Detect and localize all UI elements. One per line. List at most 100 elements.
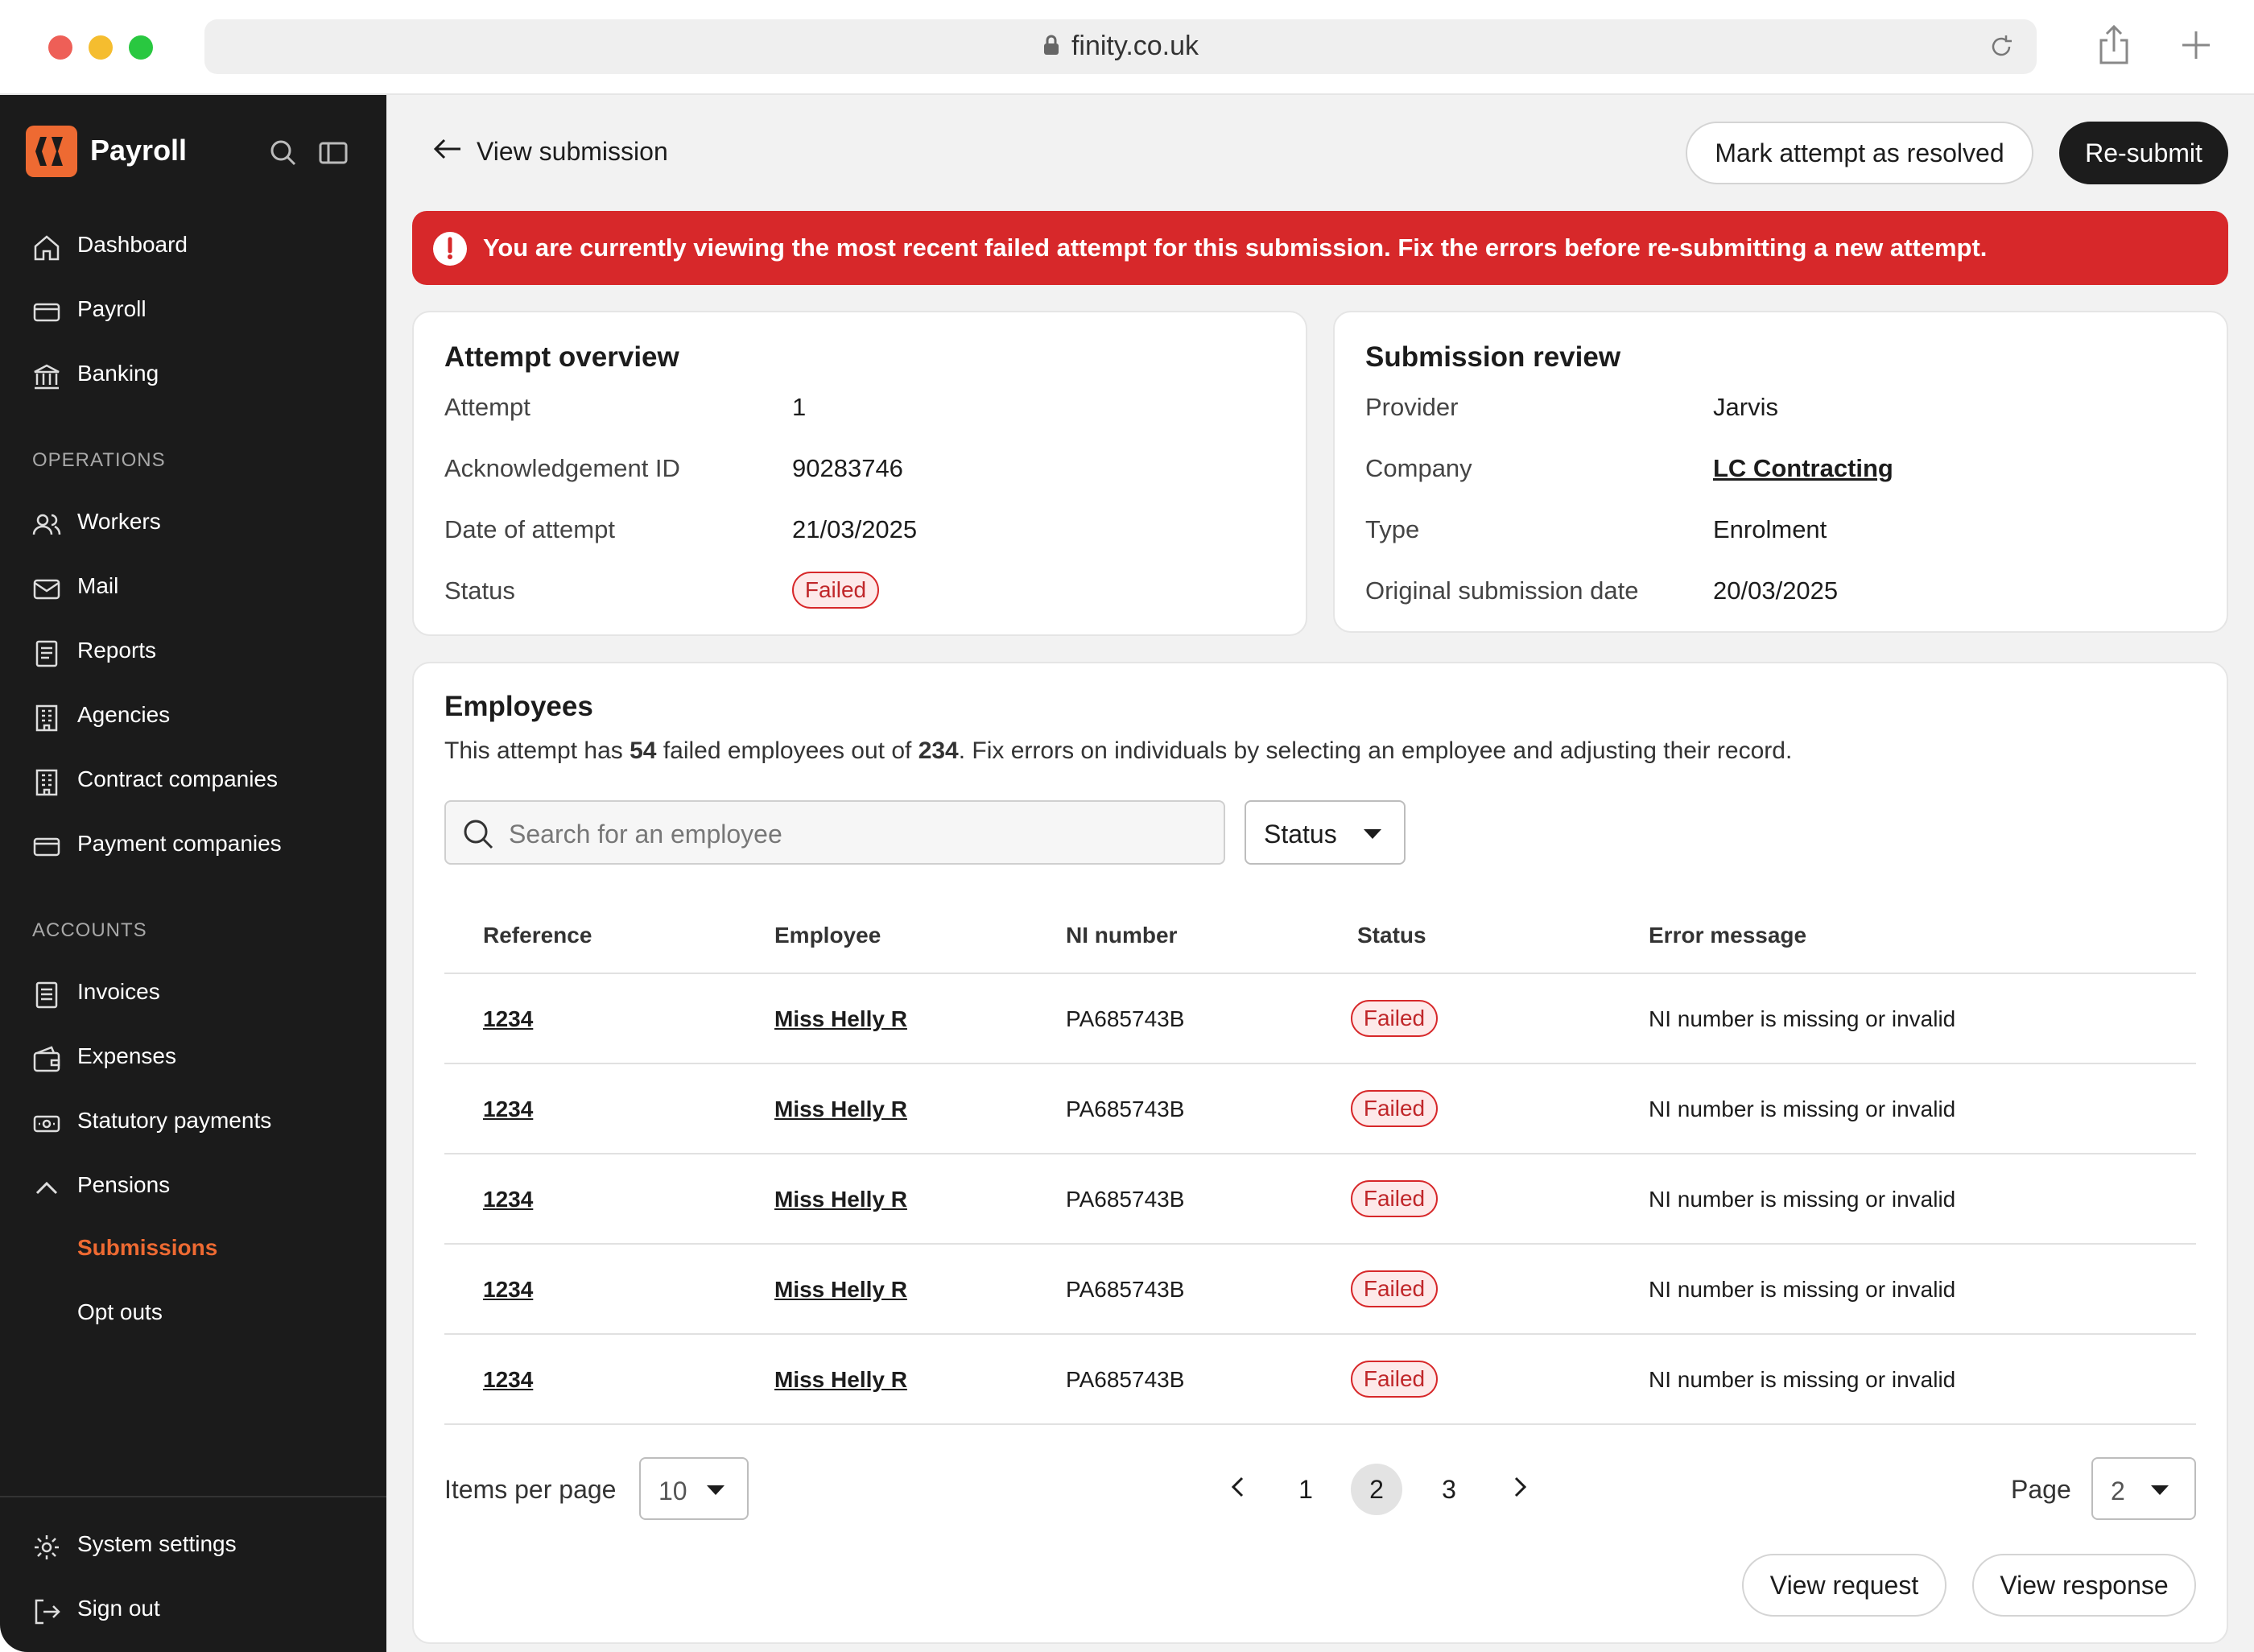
sidebar-item-label: Expenses — [77, 1043, 176, 1068]
items-per-page-label: Items per page — [444, 1475, 617, 1504]
table-row-employee-link[interactable]: Miss Helly R — [774, 1097, 907, 1122]
chevron-down-icon — [2151, 1485, 2169, 1495]
maximize-window-button[interactable] — [129, 35, 153, 60]
resubmit-button[interactable]: Re-submit — [2059, 122, 2228, 184]
table-row-status-badge: Failed — [1351, 1270, 1438, 1307]
table-row-reference-link[interactable]: 1234 — [483, 1097, 533, 1122]
gear-icon — [32, 1533, 61, 1562]
table-row-reference-link[interactable]: 1234 — [483, 1187, 533, 1212]
company-link[interactable]: LC Contracting — [1713, 454, 1893, 483]
table-row-reference-link[interactable]: 1234 — [483, 1367, 533, 1393]
app-name: Payroll — [90, 134, 188, 167]
sidebar: Payroll Dashboard Payroll Banking OPERAT… — [0, 95, 386, 1652]
provider-value: Jarvis — [1713, 393, 1778, 421]
sidebar-item-expenses[interactable]: Expenses — [0, 1030, 386, 1082]
sidebar-item-payroll[interactable]: Payroll — [0, 283, 386, 335]
status-filter-value: Status — [1264, 820, 1337, 849]
table-row-reference-link[interactable]: 1234 — [483, 1277, 533, 1303]
page-select[interactable]: 2 — [2091, 1457, 2196, 1520]
failed-count: 54 — [630, 737, 657, 764]
sidebar-item-label: Statutory payments — [77, 1108, 272, 1133]
address-bar[interactable]: finity.co.uk — [204, 19, 2037, 74]
sidebar-item-payment-companies[interactable]: Payment companies — [0, 818, 386, 869]
browser-chrome: finity.co.uk — [0, 0, 2254, 95]
desc-part: failed employees out of — [656, 737, 919, 764]
search-icon — [462, 818, 494, 854]
wallet-icon — [32, 1045, 61, 1074]
total-count: 234 — [918, 737, 959, 764]
page-1-button[interactable]: 1 — [1280, 1464, 1331, 1515]
sidebar-toggle-icon[interactable] — [319, 138, 348, 171]
sidebar-subitem-opt-outs[interactable]: Opt outs — [77, 1299, 163, 1325]
table-row-error-message: NI number is missing or invalid — [1649, 1367, 1956, 1392]
table-row-employee-link[interactable]: Miss Helly R — [774, 1367, 907, 1393]
column-header-ni-number[interactable]: NI number — [1066, 923, 1177, 948]
next-page-icon[interactable] — [1494, 1464, 1546, 1515]
table-row-divider — [444, 1333, 2196, 1335]
sidebar-item-workers[interactable]: Workers — [0, 496, 386, 547]
operations-heading: OPERATIONS — [32, 449, 166, 471]
sidebar-item-contract-companies[interactable]: Contract companies — [0, 754, 386, 805]
card-icon — [32, 832, 61, 861]
page-2-button[interactable]: 2 — [1351, 1464, 1402, 1515]
employees-title: Employees — [444, 691, 593, 722]
column-header-status[interactable]: Status — [1357, 923, 1426, 948]
items-per-page-select[interactable]: 10 — [639, 1457, 749, 1520]
page-3-button[interactable]: 3 — [1423, 1464, 1475, 1515]
sidebar-item-label: Invoices — [77, 979, 160, 1004]
table-row-employee-link[interactable]: Miss Helly R — [774, 1277, 907, 1303]
table-row-employee-link[interactable]: Miss Helly R — [774, 1006, 907, 1032]
table-row-ni-number: PA685743B — [1066, 1367, 1185, 1392]
chevron-up-icon — [32, 1174, 61, 1203]
mail-icon — [32, 575, 61, 604]
error-alert: You are currently viewing the most recen… — [412, 211, 2228, 285]
sidebar-divider — [0, 1496, 386, 1497]
page-title: View submission — [477, 137, 668, 167]
back-link[interactable]: View submission — [433, 135, 668, 167]
table-row-employee-link[interactable]: Miss Helly R — [774, 1187, 907, 1212]
sidebar-subitem-submissions[interactable]: Submissions — [77, 1235, 217, 1261]
table-row-error-message: NI number is missing or invalid — [1649, 1006, 1956, 1031]
view-response-button[interactable]: View response — [1972, 1554, 2196, 1617]
previous-page-icon[interactable] — [1212, 1464, 1264, 1515]
sidebar-item-system-settings[interactable]: System settings — [0, 1518, 386, 1570]
column-header-reference[interactable]: Reference — [483, 923, 592, 948]
status-filter-select[interactable]: Status — [1245, 800, 1406, 865]
type-label: Type — [1365, 515, 1420, 543]
new-tab-icon[interactable] — [2180, 29, 2212, 65]
sidebar-item-invoices[interactable]: Invoices — [0, 966, 386, 1018]
acknowledgement-id-value: 90283746 — [792, 454, 903, 482]
sidebar-item-dashboard[interactable]: Dashboard — [0, 219, 386, 271]
table-row-divider — [444, 1243, 2196, 1245]
table-row-error-message: NI number is missing or invalid — [1649, 1187, 1956, 1212]
view-request-button[interactable]: View request — [1742, 1554, 1946, 1617]
employee-search-input[interactable]: Search for an employee — [444, 800, 1225, 865]
sidebar-item-label: Mail — [77, 573, 119, 598]
close-window-button[interactable] — [48, 35, 72, 60]
sidebar-item-label: System settings — [77, 1531, 237, 1556]
reload-icon[interactable] — [1987, 32, 2016, 65]
submission-review-card: Submission review Provider Jarvis Compan… — [1333, 311, 2228, 633]
sidebar-item-pensions[interactable]: Pensions — [0, 1159, 386, 1211]
sidebar-item-sign-out[interactable]: Sign out — [0, 1583, 386, 1634]
page-select-value: 2 — [2111, 1476, 2125, 1505]
desc-part: This attempt has — [444, 737, 630, 764]
app-logo — [26, 126, 77, 177]
share-icon[interactable] — [2098, 24, 2130, 70]
date-of-attempt-label: Date of attempt — [444, 515, 615, 543]
sidebar-item-banking[interactable]: Banking — [0, 348, 386, 399]
table-row-reference-link[interactable]: 1234 — [483, 1006, 533, 1032]
sidebar-item-agencies[interactable]: Agencies — [0, 689, 386, 741]
minimize-window-button[interactable] — [89, 35, 113, 60]
sidebar-item-mail[interactable]: Mail — [0, 560, 386, 612]
mark-resolved-button[interactable]: Mark attempt as resolved — [1686, 122, 2033, 184]
table-row-status-badge: Failed — [1351, 1000, 1438, 1037]
sidebar-item-reports[interactable]: Reports — [0, 625, 386, 676]
sidebar-item-statutory-payments[interactable]: Statutory payments — [0, 1095, 386, 1146]
column-header-error-message[interactable]: Error message — [1649, 923, 1806, 948]
column-header-employee[interactable]: Employee — [774, 923, 881, 948]
card-icon — [32, 298, 61, 327]
search-icon[interactable] — [269, 138, 298, 171]
sidebar-item-label: Payroll — [77, 296, 147, 321]
items-per-page-value: 10 — [658, 1476, 687, 1505]
